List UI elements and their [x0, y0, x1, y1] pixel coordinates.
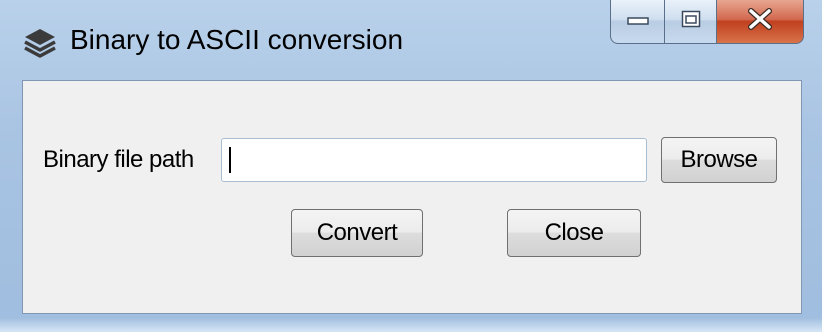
maximize-button[interactable]: [665, 0, 717, 44]
close-button[interactable]: Close: [507, 209, 641, 257]
stacked-layers-icon: [22, 26, 58, 60]
dialog-client-area: Binary file path Browse Convert Close: [22, 80, 802, 314]
title-bar[interactable]: Binary to ASCII conversion: [0, 0, 822, 80]
app-window: Binary to ASCII conversion Binary file p…: [0, 0, 822, 332]
window-bottom-border: [0, 318, 822, 332]
text-caret: [229, 147, 231, 173]
close-icon: [747, 8, 773, 35]
maximize-icon: [681, 10, 701, 33]
minimize-button[interactable]: [610, 0, 665, 44]
close-window-button[interactable]: [717, 0, 804, 44]
browse-button[interactable]: Browse: [661, 137, 777, 183]
convert-button[interactable]: Convert: [291, 209, 423, 257]
minimize-icon: [626, 13, 649, 31]
binary-file-path-label: Binary file path: [43, 146, 194, 173]
binary-file-path-input[interactable]: [221, 138, 647, 182]
caption-buttons: [610, 0, 804, 46]
window-title: Binary to ASCII conversion: [70, 24, 404, 55]
